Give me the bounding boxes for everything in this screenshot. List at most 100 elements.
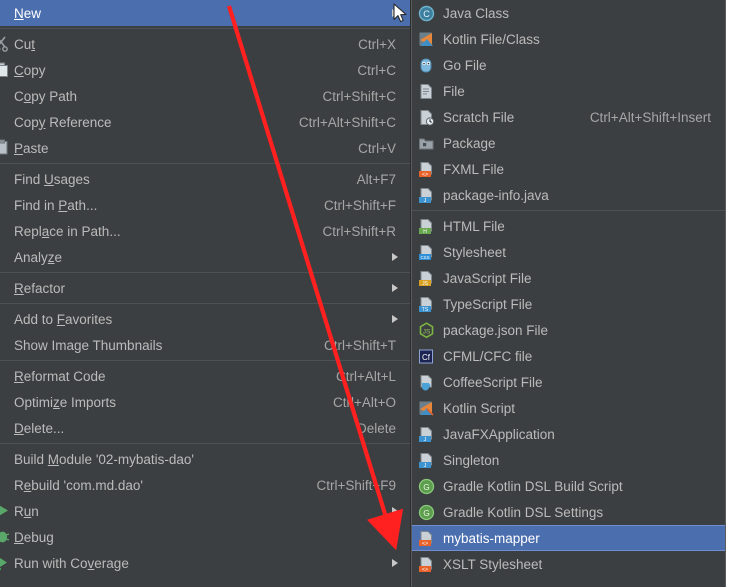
- java-class-icon: C: [418, 5, 435, 22]
- menu-item-find-usages[interactable]: Find Usages Alt+F7: [0, 166, 410, 192]
- menu-item-analyze[interactable]: Analyze: [0, 244, 410, 270]
- cfml-file-icon: Cf: [418, 348, 435, 365]
- menu-item-add-to-favorites[interactable]: Add to Favorites: [0, 306, 410, 332]
- menu-item-coffeescript-file[interactable]: CoffeeScript File: [412, 369, 725, 395]
- menu-item-label: Copy: [14, 62, 46, 78]
- package-icon: [418, 135, 435, 152]
- menu-item-label: Rebuild 'com.md.dao': [14, 477, 143, 493]
- menu-item-label: Kotlin File/Class: [443, 31, 540, 47]
- menu-item-paste[interactable]: Paste Ctrl+V: [0, 135, 410, 161]
- svg-text:J: J: [424, 437, 427, 443]
- menu-item-run[interactable]: Run: [0, 498, 410, 524]
- menu-item-delete[interactable]: Delete... Delete: [0, 415, 410, 441]
- svg-text:J: J: [424, 198, 427, 204]
- menu-item-build-module-02-mybatis-dao[interactable]: Build Module '02-mybatis-dao': [0, 446, 410, 472]
- menu-item-find-in-path[interactable]: Find in Path... Ctrl+Shift+F: [0, 192, 410, 218]
- menu-item-shortcut: Ctrl+Shift+R: [322, 223, 396, 239]
- coverage-icon: [0, 554, 11, 571]
- menu-item-new[interactable]: New: [0, 0, 410, 26]
- menu-item-package-json-file[interactable]: JS package.json File: [412, 317, 725, 343]
- chevron-right-icon: [388, 275, 398, 301]
- menu-item-shortcut: Ctrl+Alt+Shift+C: [298, 114, 396, 130]
- menu-item-shortcut: Ctrl+X: [358, 36, 396, 52]
- menu-item-shortcut: Ctrl+Shift+F9: [316, 477, 396, 493]
- svg-text:CSS: CSS: [420, 255, 429, 260]
- menu-item-javascript-file[interactable]: JS JavaScript File: [412, 265, 725, 291]
- menu-separator: [0, 303, 410, 304]
- svg-text:C: C: [423, 9, 430, 19]
- menu-item-cfml-cfc-file[interactable]: Cf CFML/CFC file: [412, 343, 725, 369]
- menu-item-label: Analyze: [14, 249, 63, 265]
- menu-item-shortcut: Ctrl+Shift+F: [323, 197, 396, 213]
- menu-item-label: Refactor: [14, 280, 66, 296]
- menu-separator: [0, 360, 410, 361]
- gradle-icon: G: [418, 504, 435, 521]
- menu-item-label: CoffeeScript File: [443, 374, 543, 390]
- go-file-icon: [418, 57, 435, 74]
- menu-item-optimize-imports[interactable]: Optimize Imports Ctrl+Alt+O: [0, 389, 410, 415]
- svg-text:H: H: [423, 229, 427, 235]
- menu-item-label: Debug: [14, 529, 54, 545]
- menu-item-shortcut: Ctrl+Alt+L: [335, 368, 396, 384]
- menu-item-cut[interactable]: Cut Ctrl+X: [0, 31, 410, 57]
- menu-item-label: Run: [14, 503, 39, 519]
- svg-text:<>: <>: [422, 541, 428, 547]
- menu-item-label: Replace in Path...: [14, 223, 121, 239]
- menu-separator: [0, 272, 410, 273]
- svg-text:Cf: Cf: [422, 353, 431, 362]
- menu-item-copy-reference[interactable]: Copy Reference Ctrl+Alt+Shift+C: [0, 109, 410, 135]
- menu-item-singleton[interactable]: J Singleton: [412, 447, 725, 473]
- menu-item-label: package-info.java: [443, 187, 549, 203]
- menu-item-label: Run with Coverage: [14, 555, 129, 571]
- menu-item-copy-path[interactable]: Copy Path Ctrl+Shift+C: [0, 83, 410, 109]
- menu-item-label: Kotlin Script: [443, 400, 516, 416]
- menu-item-fxml-file[interactable]: <> FXML File: [412, 156, 725, 182]
- menu-item-file[interactable]: File: [412, 78, 725, 104]
- menu-item-label: New: [14, 5, 42, 21]
- menu-item-javafxapplication[interactable]: J JavaFXApplication: [412, 421, 725, 447]
- scratch-file-icon: [418, 109, 435, 126]
- menu-item-gradle-kotlin-dsl-settings[interactable]: G Gradle Kotlin DSL Settings: [412, 499, 725, 525]
- menu-item-package[interactable]: Package: [412, 130, 725, 156]
- typescript-file-icon: TS: [418, 296, 435, 313]
- menu-separator: [412, 210, 725, 211]
- menu-item-label: File: [443, 83, 465, 99]
- svg-text:JS: JS: [422, 281, 429, 287]
- menu-item-label: Cut: [14, 36, 36, 52]
- menu-item-refactor[interactable]: Refactor: [0, 275, 410, 301]
- menu-item-label: Find in Path...: [14, 197, 98, 213]
- menu-item-debug[interactable]: Debug: [0, 524, 410, 550]
- menu-item-run-with-coverage[interactable]: Run with Coverage: [0, 550, 410, 576]
- menu-item-label: Optimize Imports: [14, 394, 117, 410]
- mouse-pointer-icon: [393, 3, 407, 23]
- menu-item-xslt-stylesheet[interactable]: <> XSLT Stylesheet: [412, 551, 725, 577]
- menu-item-label: Find Usages: [14, 171, 90, 187]
- menu-item-replace-in-path[interactable]: Replace in Path... Ctrl+Shift+R: [0, 218, 410, 244]
- menu-item-reformat-code[interactable]: Reformat Code Ctrl+Alt+L: [0, 363, 410, 389]
- menu-item-label: CFML/CFC file: [443, 348, 533, 364]
- menu-item-label: FXML File: [443, 161, 505, 177]
- menu-item-java-class[interactable]: C Java Class: [412, 0, 725, 26]
- menu-item-package-info-java[interactable]: Jpackage-info.java: [412, 182, 725, 208]
- menu-item-label: TypeScript File: [443, 296, 533, 312]
- menu-item-kotlin-file-class[interactable]: Kotlin File/Class: [412, 26, 725, 52]
- menu-item-stylesheet[interactable]: CSS Stylesheet: [412, 239, 725, 265]
- menu-item-label: Paste: [14, 140, 49, 156]
- menu-item-mybatis-mapper[interactable]: <> mybatis-mapper: [412, 525, 725, 551]
- menu-item-label: JavaFXApplication: [443, 426, 555, 442]
- javafx-app-icon: J: [418, 426, 435, 443]
- menu-item-shortcut: Delete: [356, 420, 396, 436]
- menu-item-rebuild-com-md-dao[interactable]: Rebuild 'com.md.dao' Ctrl+Shift+F9: [0, 472, 410, 498]
- menu-item-kotlin-script[interactable]: Kotlin Script: [412, 395, 725, 421]
- html-file-icon: H: [418, 218, 435, 235]
- menu-item-scratch-file[interactable]: Scratch File Ctrl+Alt+Shift+Insert: [412, 104, 725, 130]
- new-file-submenu[interactable]: C Java Class Kotlin File/Class Go File File S…: [411, 0, 726, 587]
- menu-item-typescript-file[interactable]: TS TypeScript File: [412, 291, 725, 317]
- menu-item-gradle-kotlin-dsl-build-script[interactable]: G Gradle Kotlin DSL Build Script: [412, 473, 725, 499]
- menu-item-copy[interactable]: Copy Ctrl+C: [0, 57, 410, 83]
- menu-item-label: mybatis-mapper: [443, 530, 540, 546]
- menu-item-html-file[interactable]: H HTML File: [412, 213, 725, 239]
- menu-item-show-image-thumbnails[interactable]: Show Image Thumbnails Ctrl+Shift+T: [0, 332, 410, 358]
- menu-item-go-file[interactable]: Go File: [412, 52, 725, 78]
- editor-context-menu[interactable]: New Cut Ctrl+X Copy Ctrl+C Copy Path Ctrl+Shif…: [0, 0, 411, 587]
